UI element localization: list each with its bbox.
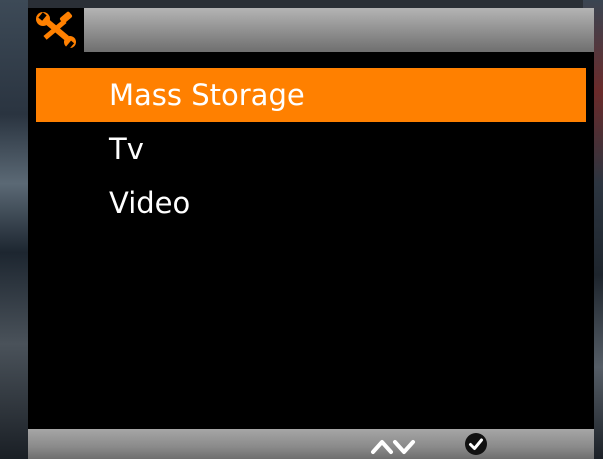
- wrench-screwdriver-icon: [36, 11, 76, 49]
- device-menu-screen: Mass Storage Tv Video: [28, 8, 594, 459]
- up-down-chevrons-icon[interactable]: [370, 435, 416, 455]
- menu-item-mass-storage[interactable]: Mass Storage: [36, 68, 586, 122]
- control-bar: [28, 429, 594, 459]
- menu-item-tv[interactable]: Tv: [36, 122, 586, 176]
- title-bar: [28, 8, 594, 52]
- background-photo-left: [0, 0, 28, 459]
- settings-tab[interactable]: [28, 8, 84, 52]
- option-list: Mass Storage Tv Video: [36, 68, 586, 230]
- menu-item-video[interactable]: Video: [36, 176, 586, 230]
- check-circle-icon[interactable]: [464, 432, 488, 456]
